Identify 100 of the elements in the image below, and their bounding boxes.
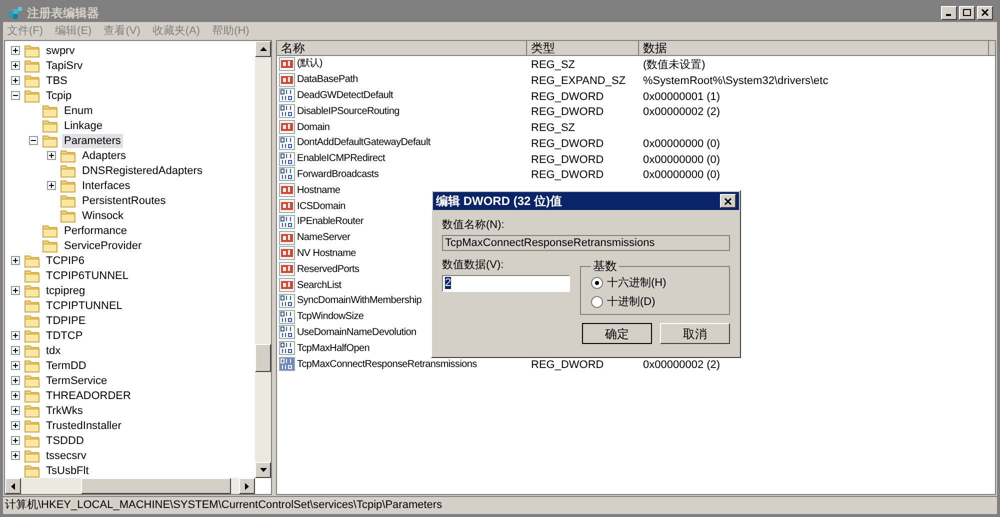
tree-item[interactable]: TapiSrv bbox=[44, 58, 85, 72]
tree-item[interactable]: TSDDD bbox=[44, 434, 86, 448]
scroll-right-button[interactable] bbox=[239, 478, 255, 494]
tree-item[interactable]: Enum bbox=[62, 104, 95, 118]
tree-item[interactable]: Parameters bbox=[62, 134, 123, 148]
tree-item[interactable]: TermDD bbox=[44, 358, 88, 372]
horizontal-scrollbar[interactable] bbox=[5, 478, 255, 494]
tree-item[interactable]: TBS bbox=[44, 74, 70, 88]
value-name[interactable]: SearchList bbox=[297, 278, 342, 293]
tree-item[interactable]: tcpipreg bbox=[44, 284, 88, 298]
tree-item[interactable]: TermService bbox=[44, 374, 110, 388]
value-name[interactable]: Domain bbox=[297, 120, 330, 135]
tree-item[interactable]: TrustedInstaller bbox=[44, 418, 124, 432]
radio-label[interactable]: 十进制(D) bbox=[607, 294, 656, 310]
value-name[interactable]: NV Hostname bbox=[297, 246, 356, 261]
expand-icon[interactable] bbox=[11, 256, 20, 265]
value-type: REG_DWORD bbox=[531, 359, 604, 372]
value-name-field[interactable]: TcpMaxConnectResponseRetransmissions bbox=[442, 235, 730, 251]
value-name[interactable]: EnableICMPRedirect bbox=[297, 151, 385, 166]
tree-item[interactable]: Linkage bbox=[62, 118, 105, 132]
scroll-left-button[interactable] bbox=[5, 478, 21, 494]
scroll-thumb[interactable] bbox=[255, 344, 271, 372]
tree-item[interactable]: DNSRegisteredAdapters bbox=[80, 164, 204, 178]
value-data: 0x00000001 (1) bbox=[643, 90, 720, 102]
value-name[interactable]: (默认) bbox=[297, 56, 322, 72]
close-button[interactable] bbox=[720, 194, 736, 208]
radio-button[interactable] bbox=[591, 277, 603, 290]
tree-item[interactable]: swprv bbox=[44, 44, 77, 58]
expand-icon[interactable] bbox=[11, 406, 20, 415]
expand-icon[interactable] bbox=[11, 376, 20, 385]
tree-item[interactable]: TCPIP6 bbox=[44, 254, 87, 268]
tree-item[interactable]: ServiceProvider bbox=[62, 238, 144, 252]
scroll-up-button[interactable] bbox=[255, 41, 271, 57]
value-name[interactable]: SyncDomainWithMembership bbox=[297, 293, 422, 308]
value-name[interactable]: ForwardBroadcasts bbox=[297, 166, 379, 182]
radio-label[interactable]: 十六进制(H) bbox=[607, 275, 666, 292]
tree-item[interactable]: Winsock bbox=[80, 208, 126, 222]
tree-item[interactable]: TDPIPE bbox=[44, 314, 88, 328]
close-button[interactable] bbox=[977, 6, 993, 20]
collapse-icon[interactable] bbox=[29, 136, 38, 145]
value-name[interactable]: TcpWindowSize bbox=[297, 309, 364, 324]
expand-icon[interactable] bbox=[11, 436, 20, 445]
tree-item[interactable]: tdx bbox=[44, 344, 63, 358]
tree-item[interactable]: TrkWks bbox=[44, 404, 85, 418]
scroll-down-button[interactable] bbox=[255, 462, 271, 478]
folder-icon bbox=[60, 194, 76, 208]
expand-icon[interactable] bbox=[11, 76, 20, 85]
value-type: REG_DWORD bbox=[531, 138, 604, 150]
value-name[interactable]: ICSDomain bbox=[297, 198, 346, 214]
value-name[interactable]: NameServer bbox=[297, 230, 350, 246]
close-icon bbox=[981, 9, 989, 16]
tree-item[interactable]: Interfaces bbox=[80, 178, 132, 192]
expand-icon[interactable] bbox=[11, 361, 20, 370]
scroll-thumb[interactable] bbox=[81, 478, 231, 494]
registry-cubes-icon bbox=[7, 6, 23, 20]
value-name[interactable]: Hostname bbox=[297, 182, 340, 198]
expand-icon[interactable] bbox=[11, 46, 20, 55]
dialog-button[interactable]: 确定 bbox=[582, 323, 652, 344]
tree-item[interactable]: TsUsbFlt bbox=[44, 464, 91, 478]
value-name[interactable]: DeadGWDetectDefault bbox=[297, 88, 394, 103]
value-data-field[interactable]: 2 bbox=[442, 275, 570, 292]
column-header[interactable]: 数据 bbox=[639, 41, 989, 56]
tree-item[interactable]: Tcpip bbox=[44, 88, 74, 102]
minimize-button[interactable] bbox=[941, 6, 957, 20]
tree-item[interactable]: PersistentRoutes bbox=[80, 194, 168, 208]
tree-item[interactable]: TDTCP bbox=[44, 328, 85, 342]
down-arrow-icon bbox=[260, 468, 266, 472]
expand-icon[interactable] bbox=[47, 181, 56, 190]
dialog-button[interactable]: 取消 bbox=[660, 323, 730, 344]
value-name[interactable]: ReservedPorts bbox=[297, 262, 360, 277]
radio-button[interactable] bbox=[591, 296, 603, 308]
collapse-icon[interactable] bbox=[11, 91, 20, 100]
tree-item[interactable]: THREADORDER bbox=[44, 388, 133, 402]
tree-item[interactable]: tssecsrv bbox=[44, 448, 88, 462]
folder-icon bbox=[60, 148, 76, 162]
value-name[interactable]: DisableIPSourceRouting bbox=[297, 104, 400, 119]
tree-item[interactable]: Adapters bbox=[80, 148, 128, 162]
expand-icon[interactable] bbox=[11, 286, 20, 295]
expand-icon[interactable] bbox=[11, 346, 20, 355]
value-name[interactable]: TcpMaxHalfOpen bbox=[297, 340, 370, 356]
expand-icon[interactable] bbox=[11, 61, 20, 70]
value-name[interactable]: UseDomainNameDevolution bbox=[297, 324, 416, 340]
vertical-scrollbar[interactable] bbox=[255, 41, 271, 478]
expand-icon[interactable] bbox=[11, 391, 20, 400]
tree-item[interactable]: TCPIP6TUNNEL bbox=[44, 268, 131, 282]
tree-item[interactable]: TCPIPTUNNEL bbox=[44, 298, 124, 312]
column-header[interactable]: 类型 bbox=[527, 41, 639, 56]
folder-icon bbox=[42, 238, 58, 252]
folder-icon bbox=[24, 464, 40, 478]
maximize-button[interactable] bbox=[959, 6, 975, 20]
value-name[interactable]: DataBasePath bbox=[297, 72, 358, 88]
expand-icon[interactable] bbox=[11, 451, 20, 460]
column-header[interactable]: 名称 bbox=[277, 41, 527, 56]
value-name[interactable]: TcpMaxConnectResponseRetransmissions bbox=[297, 356, 477, 372]
value-name[interactable]: IPEnableRouter bbox=[297, 214, 364, 230]
tree-item[interactable]: Performance bbox=[62, 224, 129, 238]
expand-icon[interactable] bbox=[11, 331, 20, 340]
value-name[interactable]: DontAddDefaultGatewayDefault bbox=[297, 135, 430, 150]
expand-icon[interactable] bbox=[47, 151, 56, 160]
expand-icon[interactable] bbox=[11, 421, 20, 430]
